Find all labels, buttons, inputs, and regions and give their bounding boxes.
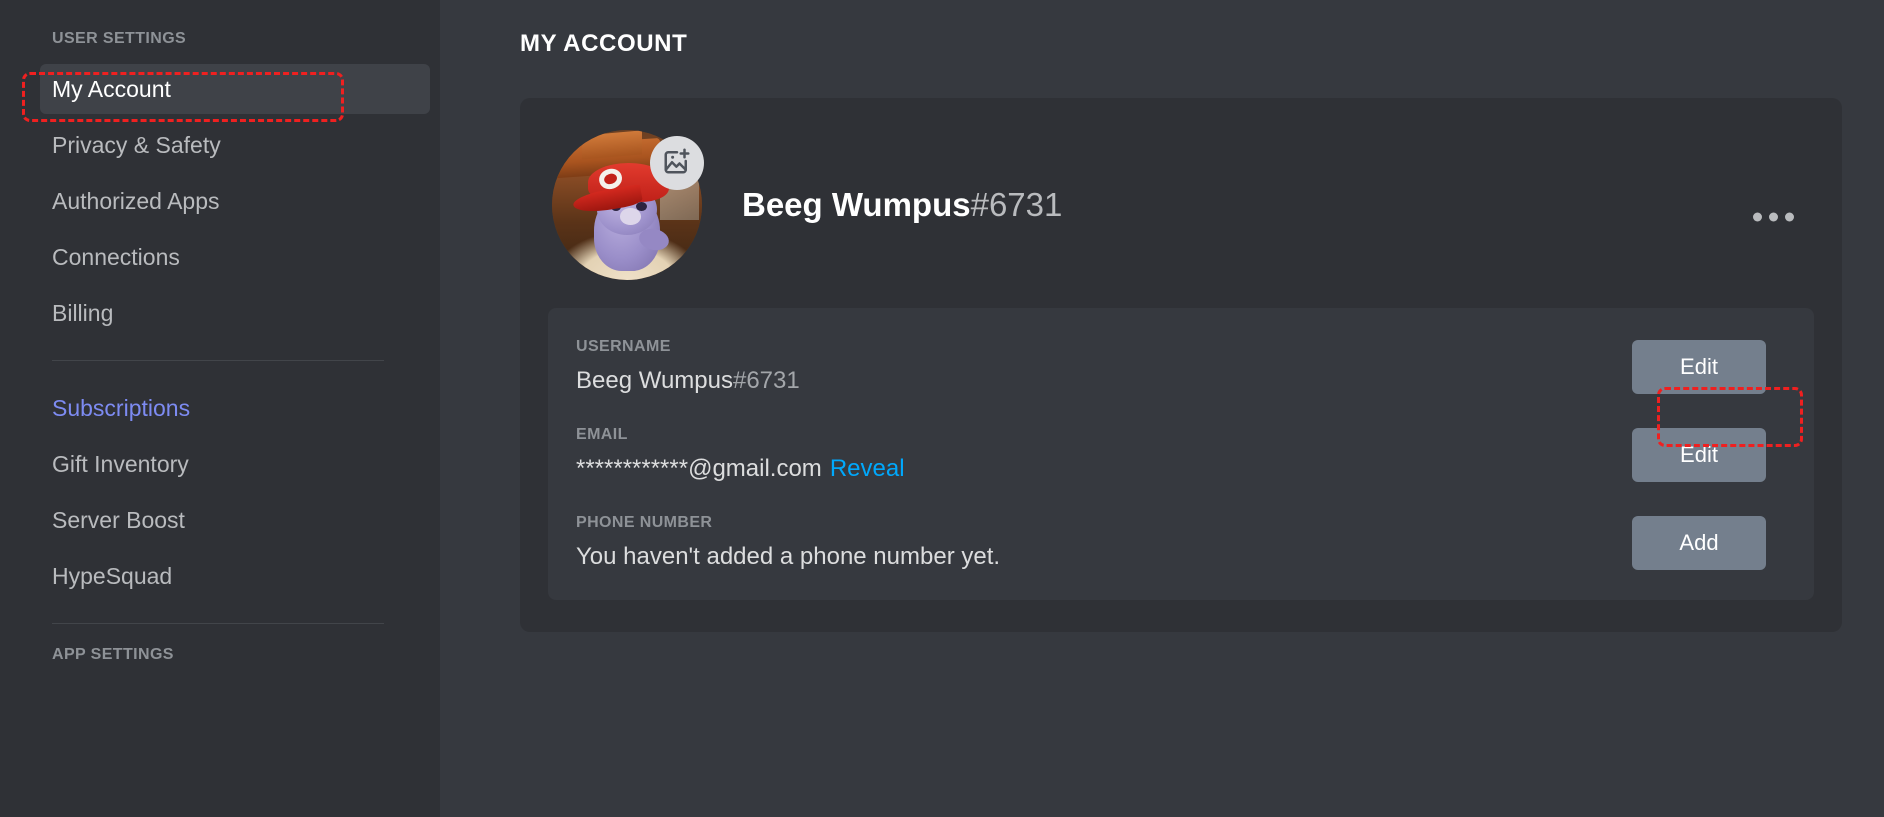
account-fields-panel: USERNAME Beeg Wumpus#6731 Edit EMAIL ***…: [548, 308, 1814, 600]
profile-header-row: Beeg Wumpus#6731: [548, 126, 1814, 308]
add-phone-number-button[interactable]: Add: [1632, 516, 1766, 570]
phone-number-label: PHONE NUMBER: [576, 514, 713, 531]
sidebar-item-connections[interactable]: Connections: [52, 232, 384, 282]
profile-display-name: Beeg Wumpus#6731: [742, 186, 1062, 224]
sidebar-item-my-account[interactable]: My Account: [40, 64, 430, 114]
username-label: USERNAME: [576, 338, 671, 355]
sidebar-item-privacy-and-safety[interactable]: Privacy & Safety: [52, 120, 384, 170]
email-label: EMAIL: [576, 426, 628, 443]
email-masked-value: ************: [576, 455, 689, 482]
more-horizontal-icon-dot-3: [1785, 212, 1794, 222]
sidebar-divider-2: [52, 623, 384, 624]
email-value: ************@gmail.com Reveal: [576, 454, 905, 484]
more-options-button[interactable]: [1743, 203, 1804, 232]
field-row-email: EMAIL ************@gmail.com Reveal Edit: [572, 424, 1790, 486]
phone-number-value: You haven't added a phone number yet.: [576, 543, 1001, 570]
field-row-phone-number: PHONE NUMBER You haven't added a phone n…: [572, 512, 1790, 574]
sidebar-item-server-boost[interactable]: Server Boost: [52, 495, 384, 545]
avatar-container[interactable]: [552, 130, 704, 280]
sidebar-item-hypesquad[interactable]: HypeSquad: [52, 551, 384, 601]
phone-field-group: PHONE NUMBER You haven't added a phone n…: [576, 514, 1000, 572]
profile-username-text: Beeg Wumpus: [742, 186, 971, 223]
edit-username-button[interactable]: Edit: [1632, 340, 1766, 394]
username-field-group: USERNAME Beeg Wumpus#6731: [576, 338, 800, 396]
discord-user-settings-window: USER SETTINGS My Account Privacy & Safet…: [0, 0, 1884, 817]
email-domain: @gmail.com: [688, 455, 822, 482]
profile-discriminator-text: #6731: [970, 186, 1063, 223]
image-plus-icon: [662, 146, 692, 181]
sidebar-item-gift-inventory[interactable]: Gift Inventory: [52, 439, 384, 489]
change-avatar-button[interactable]: [650, 136, 704, 190]
sidebar-section-app-settings: APP SETTINGS: [52, 646, 174, 663]
field-row-username: USERNAME Beeg Wumpus#6731 Edit: [572, 336, 1790, 398]
account-card: Beeg Wumpus#6731 USERNAME Beeg Wumpus#67…: [520, 98, 1842, 632]
more-horizontal-icon-dot-1: [1753, 212, 1762, 222]
settings-sidebar: USER SETTINGS My Account Privacy & Safet…: [0, 0, 440, 817]
sidebar-item-billing[interactable]: Billing: [52, 288, 384, 338]
page-title: MY ACCOUNT: [520, 30, 688, 57]
edit-email-button[interactable]: Edit: [1632, 428, 1766, 482]
sidebar-item-authorized-apps[interactable]: Authorized Apps: [52, 176, 384, 226]
username-value-discriminator: #6731: [732, 367, 800, 394]
sidebar-divider-1: [52, 360, 384, 361]
settings-main-panel: MY ACCOUNT Beeg Wumpus#6731 USERNAME Bee…: [440, 0, 1884, 817]
avatar-wumpus-snout: [619, 208, 641, 225]
reveal-email-link[interactable]: Reveal: [830, 455, 905, 482]
more-horizontal-icon-dot-2: [1769, 212, 1778, 222]
email-field-group: EMAIL ************@gmail.com Reveal: [576, 426, 905, 484]
username-value: Beeg Wumpus#6731: [576, 366, 800, 396]
username-value-name: Beeg Wumpus: [576, 367, 733, 394]
sidebar-item-subscriptions[interactable]: Subscriptions: [52, 383, 384, 433]
sidebar-section-user-settings: USER SETTINGS: [52, 30, 187, 47]
